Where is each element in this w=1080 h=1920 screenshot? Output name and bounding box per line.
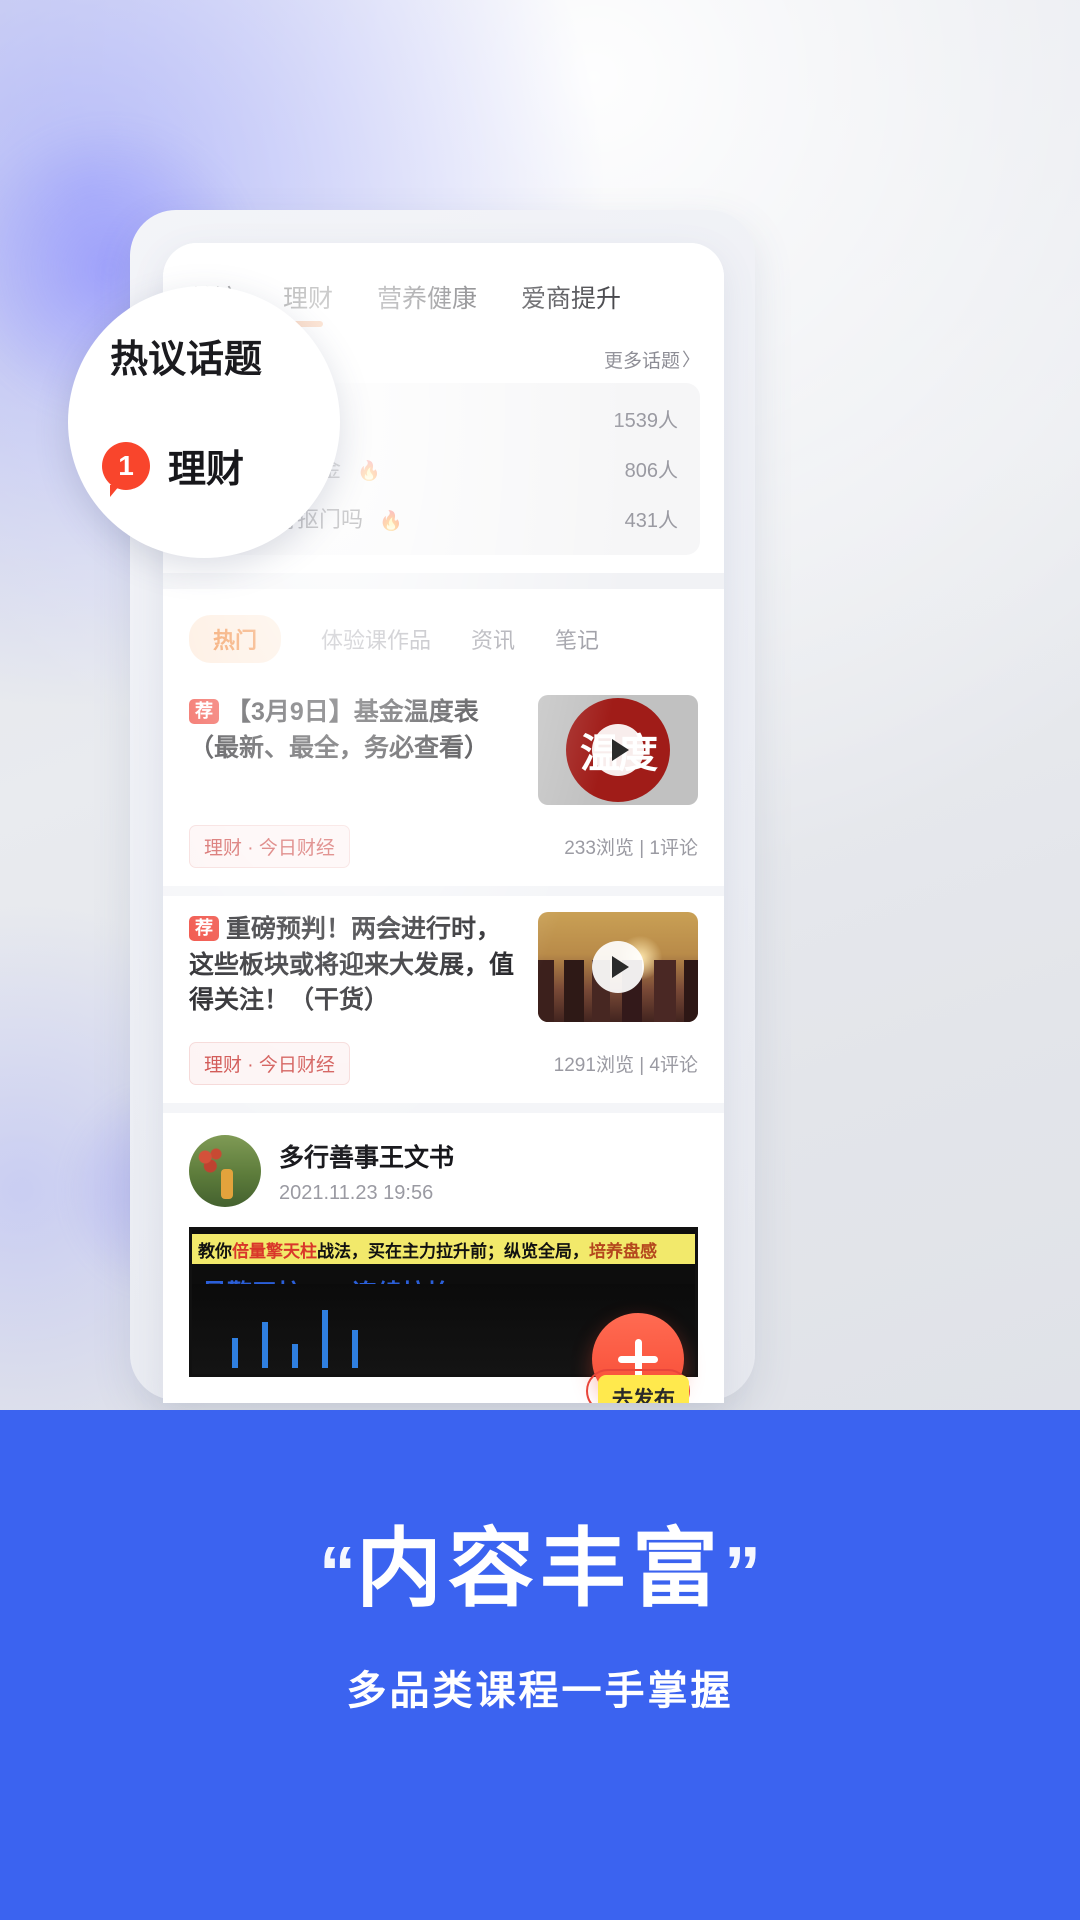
chip-biji[interactable]: 笔记 [555,623,599,655]
flame-icon: 🔥 [379,511,403,532]
article-main: 荐重磅预判！两会进行时，这些板块或将迎来大发展，值得关注！（干货） [189,912,698,1022]
quote-close-icon: ” [724,1531,761,1614]
topic-participant-count: 431人 [624,509,678,532]
magnifier-topic-word: 理财 [168,449,245,491]
article-thumbnail[interactable]: 温度 [538,695,698,805]
tab-yingyang-jiankang[interactable]: 营养健康 [377,279,477,329]
chevron-right-icon: 〉 [682,350,700,370]
publish-label: 去发布 [612,1388,675,1403]
tab-label: 理财 [283,285,334,313]
chip-label: 资讯 [471,628,516,653]
promo-headline-text: 内容丰富 [356,1521,724,1617]
article-footer: 理财 · 今日财经 1291浏览 | 4评论 [189,1042,698,1085]
article-title: 荐重磅预判！两会进行时，这些板块或将迎来大发展，值得关注！（干货） [189,912,520,1019]
promo-headline: “内容丰富” [0,1498,1080,1623]
play-icon[interactable] [592,941,644,993]
recommended-badge: 荐 [189,916,219,942]
article-main: 荐【3月9日】基金温度表（最新、最全，务必查看） 温度 [189,695,698,805]
magnifier-topic-row: 1 理财 [102,438,245,497]
rank-number: 1 [118,449,134,481]
user-meta: 多行善事王文书 2021.11.23 19:56 [279,1138,454,1205]
article-title-text: 重磅预判！两会进行时，这些板块或将迎来大发展，值得关注！（干货） [189,915,515,1014]
magnifier-title: 热议话题 [110,339,263,381]
flame-icon: 🔥 [357,461,381,482]
topic-participant-count: 1539人 [613,409,679,432]
more-topics-link[interactable]: 更多话题 〉 [604,346,700,373]
article-text: 荐【3月9日】基金温度表（最新、最全，务必查看） [189,695,520,805]
article-text: 荐重磅预判！两会进行时，这些板块或将迎来大发展，值得关注！（干货） [189,912,520,1022]
chip-label: 热门 [213,628,258,653]
promo-band: “内容丰富” 多品类课程一手掌握 [0,1410,1080,1920]
topic-participant-count: 806人 [624,459,678,482]
avatar-person [221,1169,233,1199]
user-name: 多行善事王文书 [279,1143,455,1172]
banner-emphasis-2: 培养盘感 [589,1241,657,1261]
play-icon[interactable] [592,724,644,776]
user-header: 多行善事王文书 2021.11.23 19:56 [189,1135,698,1207]
article-category-tag[interactable]: 理财 · 今日财经 [189,825,350,868]
avatar[interactable] [189,1135,261,1207]
promo-inner: “内容丰富” 多品类课程一手掌握 [0,1410,1080,1920]
article-thumbnail[interactable] [538,912,698,1022]
post-timestamp: 2021.11.23 19:56 [279,1181,434,1204]
floating-action-group: 关注 去发布 [586,1313,690,1403]
magnifier-callout: 热议话题 1 理财 [68,286,340,558]
article-title: 荐【3月9日】基金温度表（最新、最全，务必查看） [189,695,520,766]
publish-tooltip[interactable]: 去发布 [598,1375,689,1403]
post-image-banner: 教你 倍量擎天柱 战法，买在主力拉升前；纵览全局， 培养盘感 [192,1234,695,1264]
chip-zixun[interactable]: 资讯 [471,623,515,655]
promo-subtitle: 多品类课程一手掌握 [346,1669,734,1713]
article-stats: 233浏览 | 1评论 [564,838,698,859]
content-filter-chips: 热门 体验课作品 资讯 笔记 [163,589,724,679]
tab-label: 爱商提升 [521,285,622,313]
article-footer: 理财 · 今日财经 233浏览 | 1评论 [189,825,698,868]
recommended-badge: 荐 [189,699,219,725]
article-card[interactable]: 荐重磅预判！两会进行时，这些板块或将迎来大发展，值得关注！（干货） 理财 · 今… [163,896,724,1113]
rank-badge-icon: 1 [102,441,150,497]
article-title-text: 【3月9日】基金温度表（最新、最全，务必查看） [189,698,490,762]
banner-emphasis: 倍量擎天柱 [232,1241,317,1261]
banner-lead: 教你 [198,1241,232,1261]
chip-tiyanke-zuopin[interactable]: 体验课作品 [321,623,431,655]
banner-middle: 战法，买在主力拉升前；纵览全局， [317,1241,589,1261]
tab-aishang-tisheng[interactable]: 爱商提升 [521,279,621,329]
section-divider [163,573,724,589]
article-category-tag[interactable]: 理财 · 今日财经 [189,1042,350,1085]
article-stats: 1291浏览 | 4评论 [553,1055,698,1076]
tab-label: 营养健康 [377,285,478,313]
more-topics-label: 更多话题 [603,350,680,372]
chip-remen[interactable]: 热门 [189,615,282,663]
chip-label: 体验课作品 [321,628,432,653]
article-card[interactable]: 荐【3月9日】基金温度表（最新、最全，务必查看） 温度 理财 · 今日财经 23… [163,679,724,896]
chip-label: 笔记 [555,628,600,653]
quote-open-icon: “ [319,1531,356,1614]
